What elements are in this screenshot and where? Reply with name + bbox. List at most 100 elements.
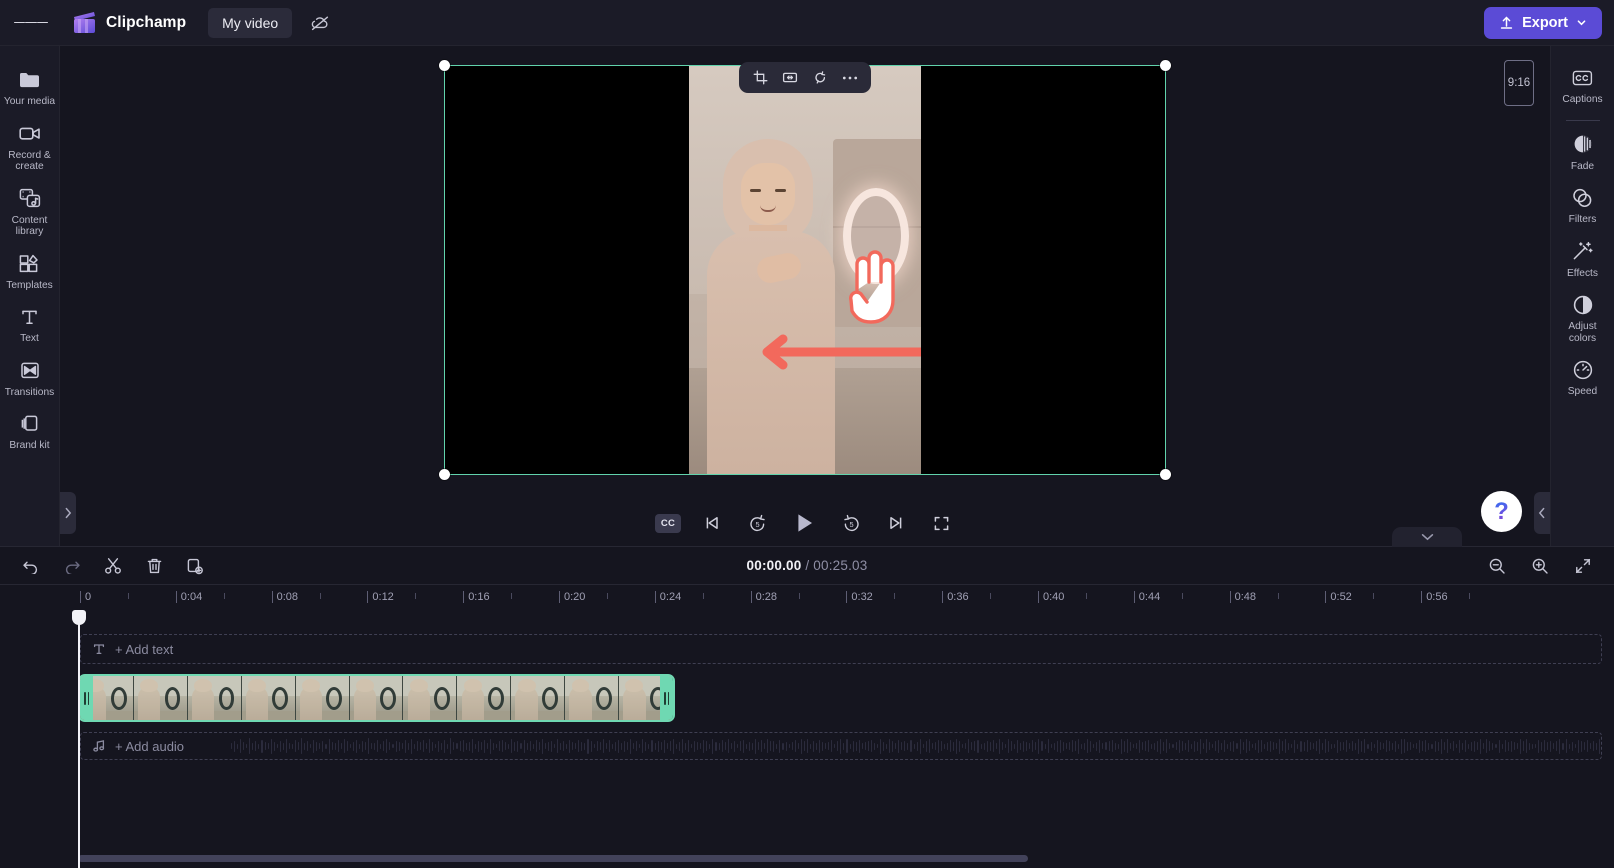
add-audio-track[interactable]: + Add audio: [80, 732, 1602, 760]
rotate-button[interactable]: [807, 66, 833, 90]
speedometer-icon: [1571, 358, 1595, 381]
content-library-icon: [18, 187, 42, 210]
filters-overlap-circles-icon: [1571, 186, 1595, 209]
ruler-tick-minor: [415, 593, 417, 599]
clip-trim-handle-left[interactable]: [80, 676, 93, 720]
sidebar-item-label: Content library: [11, 214, 48, 238]
sidebar-item-filters[interactable]: Filters: [1552, 178, 1614, 232]
clip-trim-handle-right[interactable]: [660, 676, 673, 720]
zoom-in-button[interactable]: [1527, 553, 1553, 578]
resize-handle-top-right[interactable]: [1160, 60, 1171, 71]
svg-text:5: 5: [755, 520, 759, 529]
player-controls: CC 5 5: [60, 508, 1550, 538]
sidebar-item-templates[interactable]: Templates: [1, 244, 59, 298]
rewind-5-button[interactable]: 5: [743, 510, 771, 536]
play-button[interactable]: [788, 508, 820, 538]
resize-handle-top-left[interactable]: [439, 60, 450, 71]
sidebar-item-your-media[interactable]: Your media: [1, 60, 59, 114]
ruler-tick-major: [271, 591, 273, 603]
ruler-tick-minor: [127, 593, 129, 599]
add-audio-label: + Add audio: [115, 738, 185, 754]
redo-button[interactable]: [59, 553, 85, 578]
fit-fill-button[interactable]: [777, 66, 803, 90]
chevron-right-icon: [65, 507, 72, 519]
ruler-tick-major: [1325, 591, 1327, 603]
zoom-out-button[interactable]: [1484, 553, 1510, 578]
sidebar-item-speed[interactable]: Speed: [1552, 350, 1614, 404]
cloud-off-icon[interactable]: [304, 8, 336, 38]
timeline-horizontal-scrollbar[interactable]: [78, 855, 1028, 862]
left-sidebar: Your media Record & create Content libra…: [0, 46, 60, 546]
sidebar-item-effects[interactable]: Effects: [1552, 232, 1614, 286]
resize-handle-bottom-right[interactable]: [1160, 469, 1171, 480]
ruler-tick-minor: [894, 593, 896, 599]
ruler-tick-minor: [319, 593, 321, 599]
sidebar-item-label: Adjust colors: [1568, 321, 1597, 344]
video-preview-stage[interactable]: [439, 60, 1171, 480]
ruler-tick-major: [463, 591, 465, 603]
video-clip[interactable]: [78, 674, 675, 722]
captions-toggle[interactable]: CC: [655, 513, 681, 533]
split-button[interactable]: [100, 553, 126, 578]
resize-handle-bottom-left[interactable]: [439, 469, 450, 480]
ruler-tick-major: [80, 591, 81, 603]
duplicate-button[interactable]: [182, 553, 208, 578]
sidebar-item-content-library[interactable]: Content library: [1, 179, 59, 244]
brand: Clipchamp: [72, 11, 186, 34]
sidebar-item-adjust-colors[interactable]: Adjust colors: [1552, 285, 1614, 350]
project-name-field[interactable]: My video: [208, 7, 293, 38]
more-options-button[interactable]: [837, 66, 863, 90]
ruler-tick-label: 0:04: [180, 591, 203, 603]
ruler-tick-minor: [798, 593, 800, 599]
canvas-area: 9:16 CC 5 5 ?: [60, 46, 1550, 547]
timeline-edit-tools: [18, 553, 208, 578]
sidebar-item-label: Effects: [1567, 267, 1598, 279]
ruler-tick-label: 0:40: [1043, 591, 1065, 603]
ruler-tick-label: 0:24: [659, 591, 682, 603]
video-preview-stage-wrap: [60, 46, 1550, 494]
sidebar-divider: [1565, 119, 1600, 121]
timeline-tracks: + Add text + Add audio: [0, 610, 1614, 868]
delete-button[interactable]: [141, 553, 167, 578]
add-text-track[interactable]: + Add text: [80, 634, 1602, 664]
ruler-tick-label: 0:08: [276, 591, 299, 603]
skip-to-start-button[interactable]: [698, 510, 726, 536]
left-panel-collapse-button[interactable]: [60, 492, 76, 534]
undo-button[interactable]: [18, 553, 44, 578]
fit-timeline-button[interactable]: [1570, 553, 1596, 578]
ruler-tick-label: 0:36: [947, 591, 969, 603]
time-separator: /: [805, 558, 810, 573]
audio-waveform: [231, 733, 1601, 759]
ruler-tick-minor: [1373, 593, 1375, 599]
timeline-collapse-button[interactable]: [1392, 527, 1462, 547]
sidebar-item-label: Transitions: [4, 386, 55, 398]
ruler-tick-major: [559, 591, 560, 603]
ruler-tick-major: [1421, 591, 1423, 603]
sidebar-item-label: Captions: [1562, 94, 1603, 105]
sidebar-item-text[interactable]: Text: [1, 297, 59, 351]
right-panel-collapse-button[interactable]: [1534, 492, 1550, 534]
sidebar-item-fade[interactable]: Fade: [1552, 125, 1614, 179]
crop-button[interactable]: [747, 66, 773, 90]
aspect-ratio-badge[interactable]: 9:16: [1504, 60, 1534, 106]
sidebar-item-transitions[interactable]: Transitions: [1, 351, 59, 405]
help-button[interactable]: ?: [1481, 491, 1522, 532]
sidebar-item-record-create[interactable]: Record & create: [1, 114, 59, 179]
upload-arrow-icon: [1500, 16, 1513, 29]
timeline-ruler[interactable]: 0 0:04 0:08 0:12 0:16 0:20 0:24 0:28 0:32 0:36 0:4…: [0, 584, 1614, 610]
forward-5-button[interactable]: 5: [837, 510, 865, 536]
sidebar-item-brand-kit[interactable]: Brand kit: [1, 404, 59, 458]
transitions-icon: [18, 359, 42, 382]
playhead-knob[interactable]: [72, 610, 86, 625]
fullscreen-button[interactable]: [927, 510, 955, 536]
sidebar-item-captions[interactable]: Captions: [1552, 58, 1614, 112]
export-button[interactable]: Export: [1484, 6, 1602, 39]
hand-cursor-icon: [839, 246, 901, 324]
playhead[interactable]: [72, 610, 86, 868]
timeline: 00:00.00 / 00:25.03 0 0:04 0:08 0:12 0:1…: [0, 546, 1614, 868]
ruler-tick-label: 0: [85, 591, 92, 603]
skip-to-end-button[interactable]: [882, 510, 910, 536]
ruler-tick-major: [1133, 591, 1135, 603]
sidebar-item-label: Brand kit: [9, 440, 50, 451]
hamburger-menu-icon[interactable]: [14, 6, 48, 40]
